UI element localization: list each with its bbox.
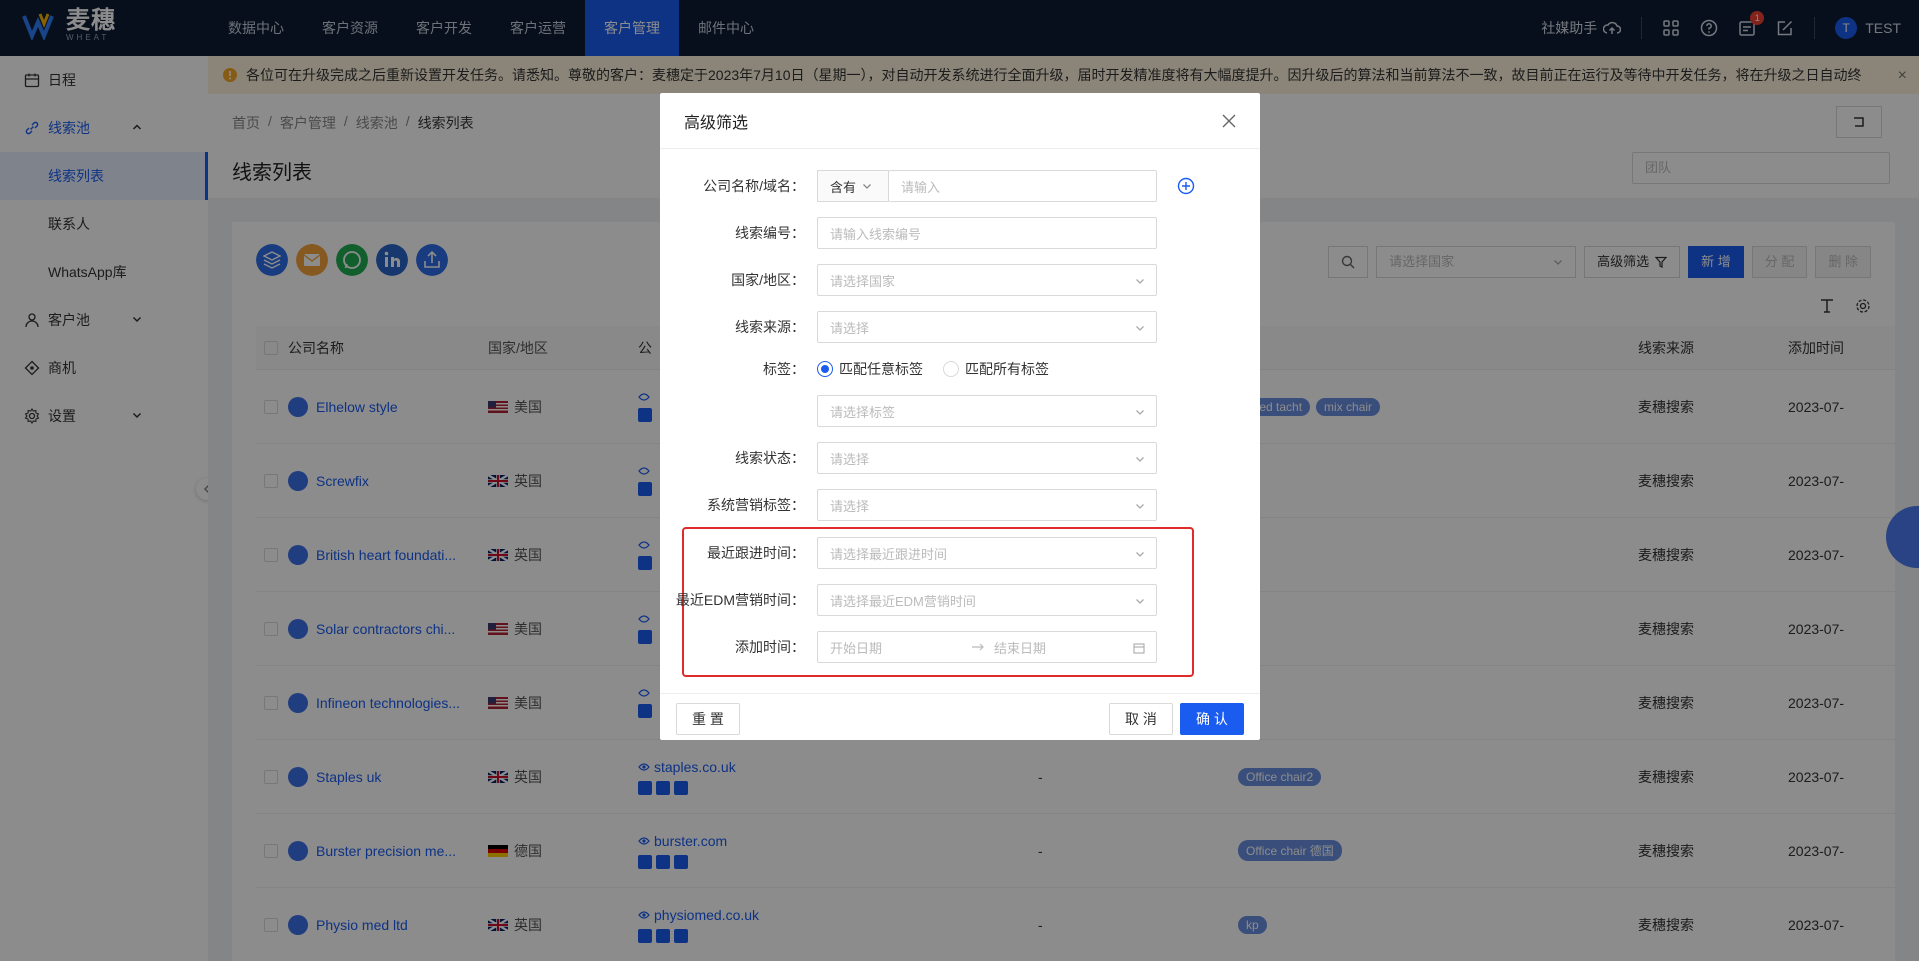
marketing-tag-select[interactable]: 请选择 <box>817 489 1157 521</box>
field-last-edm: 最近EDM营销时间： 请选择最近EDM营销时间 <box>660 584 1260 616</box>
arrow-right-icon <box>972 643 984 651</box>
field-lead-no: 线索编号： 请输入线索编号 <box>660 217 1260 249</box>
added-date-label: 添加时间： <box>735 639 805 655</box>
status-placeholder: 请选择 <box>830 451 870 467</box>
modal-title: 高级筛选 <box>684 114 749 132</box>
chevron-down-icon <box>863 184 871 189</box>
field-country: 国家/地区： 请选择国家 <box>660 264 1260 296</box>
status-select[interactable]: 请选择 <box>817 442 1157 474</box>
modal-header: 高级筛选 <box>660 93 1260 149</box>
last-follow-placeholder: 请选择最近跟进时间 <box>830 546 948 562</box>
source-select[interactable]: 请选择 <box>817 311 1157 343</box>
tag-mode-radios: 匹配任意标签 匹配所有标签 <box>817 359 1049 379</box>
radio-unchecked <box>943 361 959 377</box>
chevron-down-icon <box>1136 279 1144 284</box>
source-label: 线索来源： <box>735 319 805 335</box>
last-follow-label: 最近跟进时间： <box>707 545 805 561</box>
last-edm-placeholder: 请选择最近EDM营销时间 <box>830 593 976 609</box>
lead-no-label: 线索编号： <box>735 225 805 241</box>
field-company: 公司名称/域名： 含有 请输入 <box>660 170 1260 202</box>
reset-button[interactable]: 重 置 <box>676 703 740 735</box>
tag-placeholder: 请选择标签 <box>830 404 896 420</box>
company-label: 公司名称/域名： <box>703 178 805 194</box>
chevron-down-icon <box>1136 552 1144 557</box>
field-last-follow: 最近跟进时间： 请选择最近跟进时间 <box>660 537 1260 569</box>
field-tags: 请选择标签 <box>660 395 1260 427</box>
confirm-button[interactable]: 确 认 <box>1180 703 1244 735</box>
last-edm-label: 最近EDM营销时间： <box>675 592 805 608</box>
tag-any-label: 匹配任意标签 <box>839 361 923 377</box>
modal-footer: 重 置 取 消 确 认 <box>660 693 1260 740</box>
field-marketing-tag: 系统营销标签： 请选择 <box>660 489 1260 521</box>
last-follow-select[interactable]: 请选择最近跟进时间 <box>817 537 1157 569</box>
marketing-tag-label: 系统营销标签： <box>707 497 805 513</box>
last-edm-select[interactable]: 请选择最近EDM营销时间 <box>817 584 1157 616</box>
field-source: 线索来源： 请选择 <box>660 311 1260 343</box>
field-status: 线索状态： 请选择 <box>660 442 1260 474</box>
tag-all-radio[interactable]: 匹配所有标签 <box>943 359 1049 379</box>
add-condition-icon[interactable] <box>1177 177 1195 195</box>
radio-checked <box>817 361 833 377</box>
field-added-date: 添加时间： 开始日期 结束日期 <box>660 631 1260 663</box>
cancel-button[interactable]: 取 消 <box>1109 703 1173 735</box>
date-range-picker[interactable]: 开始日期 结束日期 <box>817 631 1157 663</box>
field-tag-mode: 标签： 匹配任意标签 匹配所有标签 <box>660 353 1260 385</box>
advanced-filter-modal: 高级筛选 公司名称/域名： 含有 请输入 线索编号： 请输入线索编号 国家/地区… <box>660 93 1260 740</box>
country-select[interactable]: 请选择国家 <box>817 264 1157 296</box>
marketing-tag-placeholder: 请选择 <box>830 498 870 514</box>
close-icon[interactable] <box>1222 114 1236 128</box>
source-placeholder: 请选择 <box>830 320 870 336</box>
tag-select[interactable]: 请选择标签 <box>817 395 1157 427</box>
calendar-icon <box>1133 643 1145 654</box>
chevron-down-icon <box>1136 457 1144 462</box>
lead-no-input[interactable]: 请输入线索编号 <box>817 217 1157 249</box>
chevron-down-icon <box>1136 326 1144 331</box>
company-operator-select[interactable]: 含有 <box>817 170 889 202</box>
status-label: 线索状态： <box>735 450 805 466</box>
tag-any-radio[interactable]: 匹配任意标签 <box>817 359 923 379</box>
country-placeholder: 请选择国家 <box>830 273 896 289</box>
chevron-down-icon <box>1136 599 1144 604</box>
start-date-input[interactable]: 开始日期 <box>830 638 970 657</box>
tag-label: 标签： <box>763 361 805 377</box>
company-operator-value: 含有 <box>830 179 857 195</box>
chevron-down-icon <box>1136 410 1144 415</box>
end-date-input[interactable]: 结束日期 <box>994 638 1046 657</box>
company-input[interactable]: 请输入 <box>889 170 1157 202</box>
chevron-down-icon <box>1136 504 1144 509</box>
country-label: 国家/地区： <box>731 272 805 288</box>
tag-all-label: 匹配所有标签 <box>965 361 1049 377</box>
